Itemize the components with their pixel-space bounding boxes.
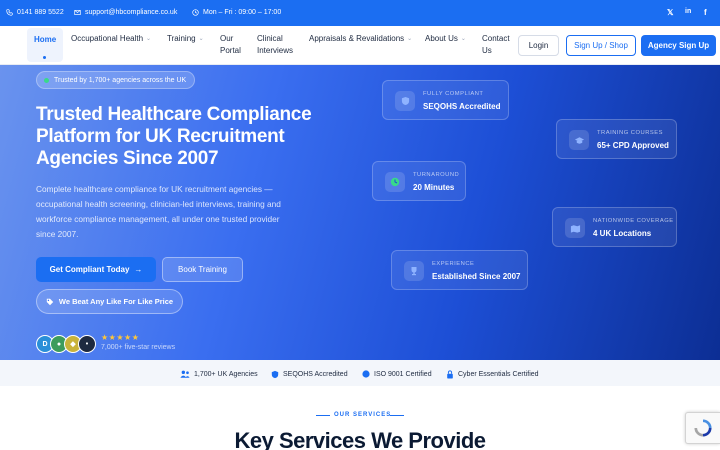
card-value: SEQOHS Accredited (423, 102, 501, 111)
trust-item-seqohs: SEQOHS Accredited (271, 370, 348, 379)
hero-section: Trusted by 1,700+ agencies across the UK… (0, 65, 720, 360)
nav-label: Our Portal (220, 34, 241, 55)
trust-item-cyber: Cyber Essentials Certified (446, 370, 539, 379)
divider (316, 415, 330, 416)
card-label: TURNAROUND (413, 172, 460, 178)
services-eyebrow: OUR SERVICES (334, 412, 392, 418)
chevron-down-icon: ⌄ (198, 36, 204, 42)
nav-item-clinical-interviews[interactable]: Clinical Interviews (257, 33, 297, 57)
nav-label: Occupational Health (71, 34, 144, 43)
nav-label: Appraisals & Revalidations (309, 34, 405, 43)
trust-strip (0, 360, 720, 386)
email-link[interactable]: support@hbcompliance.co.uk (74, 9, 177, 16)
stat-card-coverage: NATIONWIDE COVERAGE 4 UK Locations (552, 207, 677, 247)
nav-item-our-portal[interactable]: Our Portal (220, 33, 246, 57)
stat-card-training: TRAINING COURSES 65+ CPD Approved (556, 119, 677, 159)
arrow-right-icon: → (134, 265, 143, 274)
card-value: 20 Minutes (413, 183, 455, 192)
nav-label: Clinical Interviews (257, 34, 294, 55)
nav-item-appraisals[interactable]: Appraisals & Revalidations ⌄ (309, 33, 412, 45)
email-text: support@hbcompliance.co.uk (85, 9, 178, 16)
certificate-icon (362, 370, 370, 378)
nav-label: Training (167, 34, 196, 43)
card-label: EXPERIENCE (432, 261, 475, 267)
trust-text: ISO 9001 Certified (374, 370, 432, 378)
trust-text: SEQOHS Accredited (283, 371, 348, 378)
graduation-cap-icon (569, 130, 589, 150)
clock-icon (385, 172, 405, 192)
nav-item-contact-us[interactable]: Contact Us (482, 33, 512, 57)
hero-title: Trusted Healthcare Compliance Platform f… (36, 104, 312, 169)
book-training-button[interactable]: Book Training (162, 257, 243, 282)
chevron-down-icon: ⌄ (460, 36, 466, 42)
cta-label: Get Compliant Today (49, 265, 130, 274)
trust-item-iso: ISO 9001 Certified (362, 370, 432, 378)
hours-text: Mon – Fri : 09:00 – 17:00 (203, 9, 282, 16)
nav-item-occupational-health[interactable]: Occupational Health ⌄ (71, 33, 151, 45)
trusted-badge: Trusted by 1,700+ agencies across the UK (36, 71, 196, 89)
mail-icon (74, 10, 81, 15)
shield-icon (395, 91, 415, 111)
hours: Mon – Fri : 09:00 – 17:00 (192, 9, 281, 16)
tag-icon (46, 298, 54, 305)
shield-icon (271, 370, 279, 379)
price-match-label: We Beat Any Like For Like Price (58, 297, 174, 306)
top-bar: 0141 889 5522 support@hbcompliance.co.uk… (0, 0, 720, 26)
status-dot (44, 77, 49, 83)
login-button[interactable]: Login (518, 35, 559, 56)
trusted-text: Trusted by 1,700+ agencies across the UK (54, 76, 187, 84)
card-label: FULLY COMPLIANT (423, 91, 484, 97)
facebook-icon[interactable]: f (704, 8, 707, 17)
get-compliant-button[interactable]: Get Compliant Today → (36, 257, 156, 282)
divider (390, 415, 404, 416)
hero-description: Complete healthcare compliance for UK re… (36, 184, 281, 239)
trust-item-agencies: 1,700+ UK Agencies (180, 370, 258, 378)
recaptcha-icon (694, 419, 712, 437)
reviews-count: 7,000+ five-star reviews (101, 344, 176, 351)
nav-label: About Us (425, 34, 458, 43)
active-dot (43, 56, 46, 59)
trophy-icon (404, 261, 424, 281)
clock-icon (192, 9, 199, 16)
chevron-down-icon: ⌄ (407, 36, 413, 42)
trust-text: 1,700+ UK Agencies (194, 370, 258, 378)
nav-label: Contact Us (482, 34, 510, 55)
chevron-down-icon: ⌄ (146, 36, 152, 42)
recaptcha-badge[interactable] (685, 412, 720, 444)
phone-text: 0141 889 5522 (17, 9, 64, 16)
logo-icon[interactable] (6, 15, 20, 23)
stat-card-turnaround: TURNAROUND 20 Minutes (372, 161, 466, 201)
x-icon[interactable]: 𝕏 (667, 8, 673, 17)
card-value: 65+ CPD Approved (597, 141, 669, 150)
rating-stars: ★★★★★ (101, 333, 140, 342)
users-icon (180, 370, 190, 378)
nav-home-label: Home (34, 35, 57, 44)
nav-item-training[interactable]: Training ⌄ (167, 33, 204, 45)
agency-signup-button[interactable]: Agency Sign Up (641, 35, 716, 56)
avatar: • (78, 335, 96, 353)
lock-icon (447, 370, 453, 379)
signup-shop-button[interactable]: Sign Up / Shop (566, 35, 636, 56)
card-value: 4 UK Locations (593, 229, 652, 238)
map-icon (565, 218, 585, 238)
stat-card-seqohs: FULLY COMPLIANT SEQOHS Accredited (382, 80, 509, 120)
trust-text: Cyber Essentials Certified (458, 371, 539, 378)
price-match-button[interactable]: We Beat Any Like For Like Price (36, 289, 183, 314)
linkedin-icon[interactable]: in (685, 8, 691, 15)
services-title: Key Services We Provide (234, 428, 486, 450)
card-value: Established Since 2007 (432, 272, 521, 281)
stat-card-experience: EXPERIENCE Established Since 2007 (391, 250, 528, 290)
nav-item-home[interactable]: Home (27, 28, 63, 62)
card-label: TRAINING COURSES (597, 130, 663, 136)
card-label: NATIONWIDE COVERAGE (593, 218, 674, 224)
nav-item-about-us[interactable]: About Us ⌄ (425, 33, 466, 45)
